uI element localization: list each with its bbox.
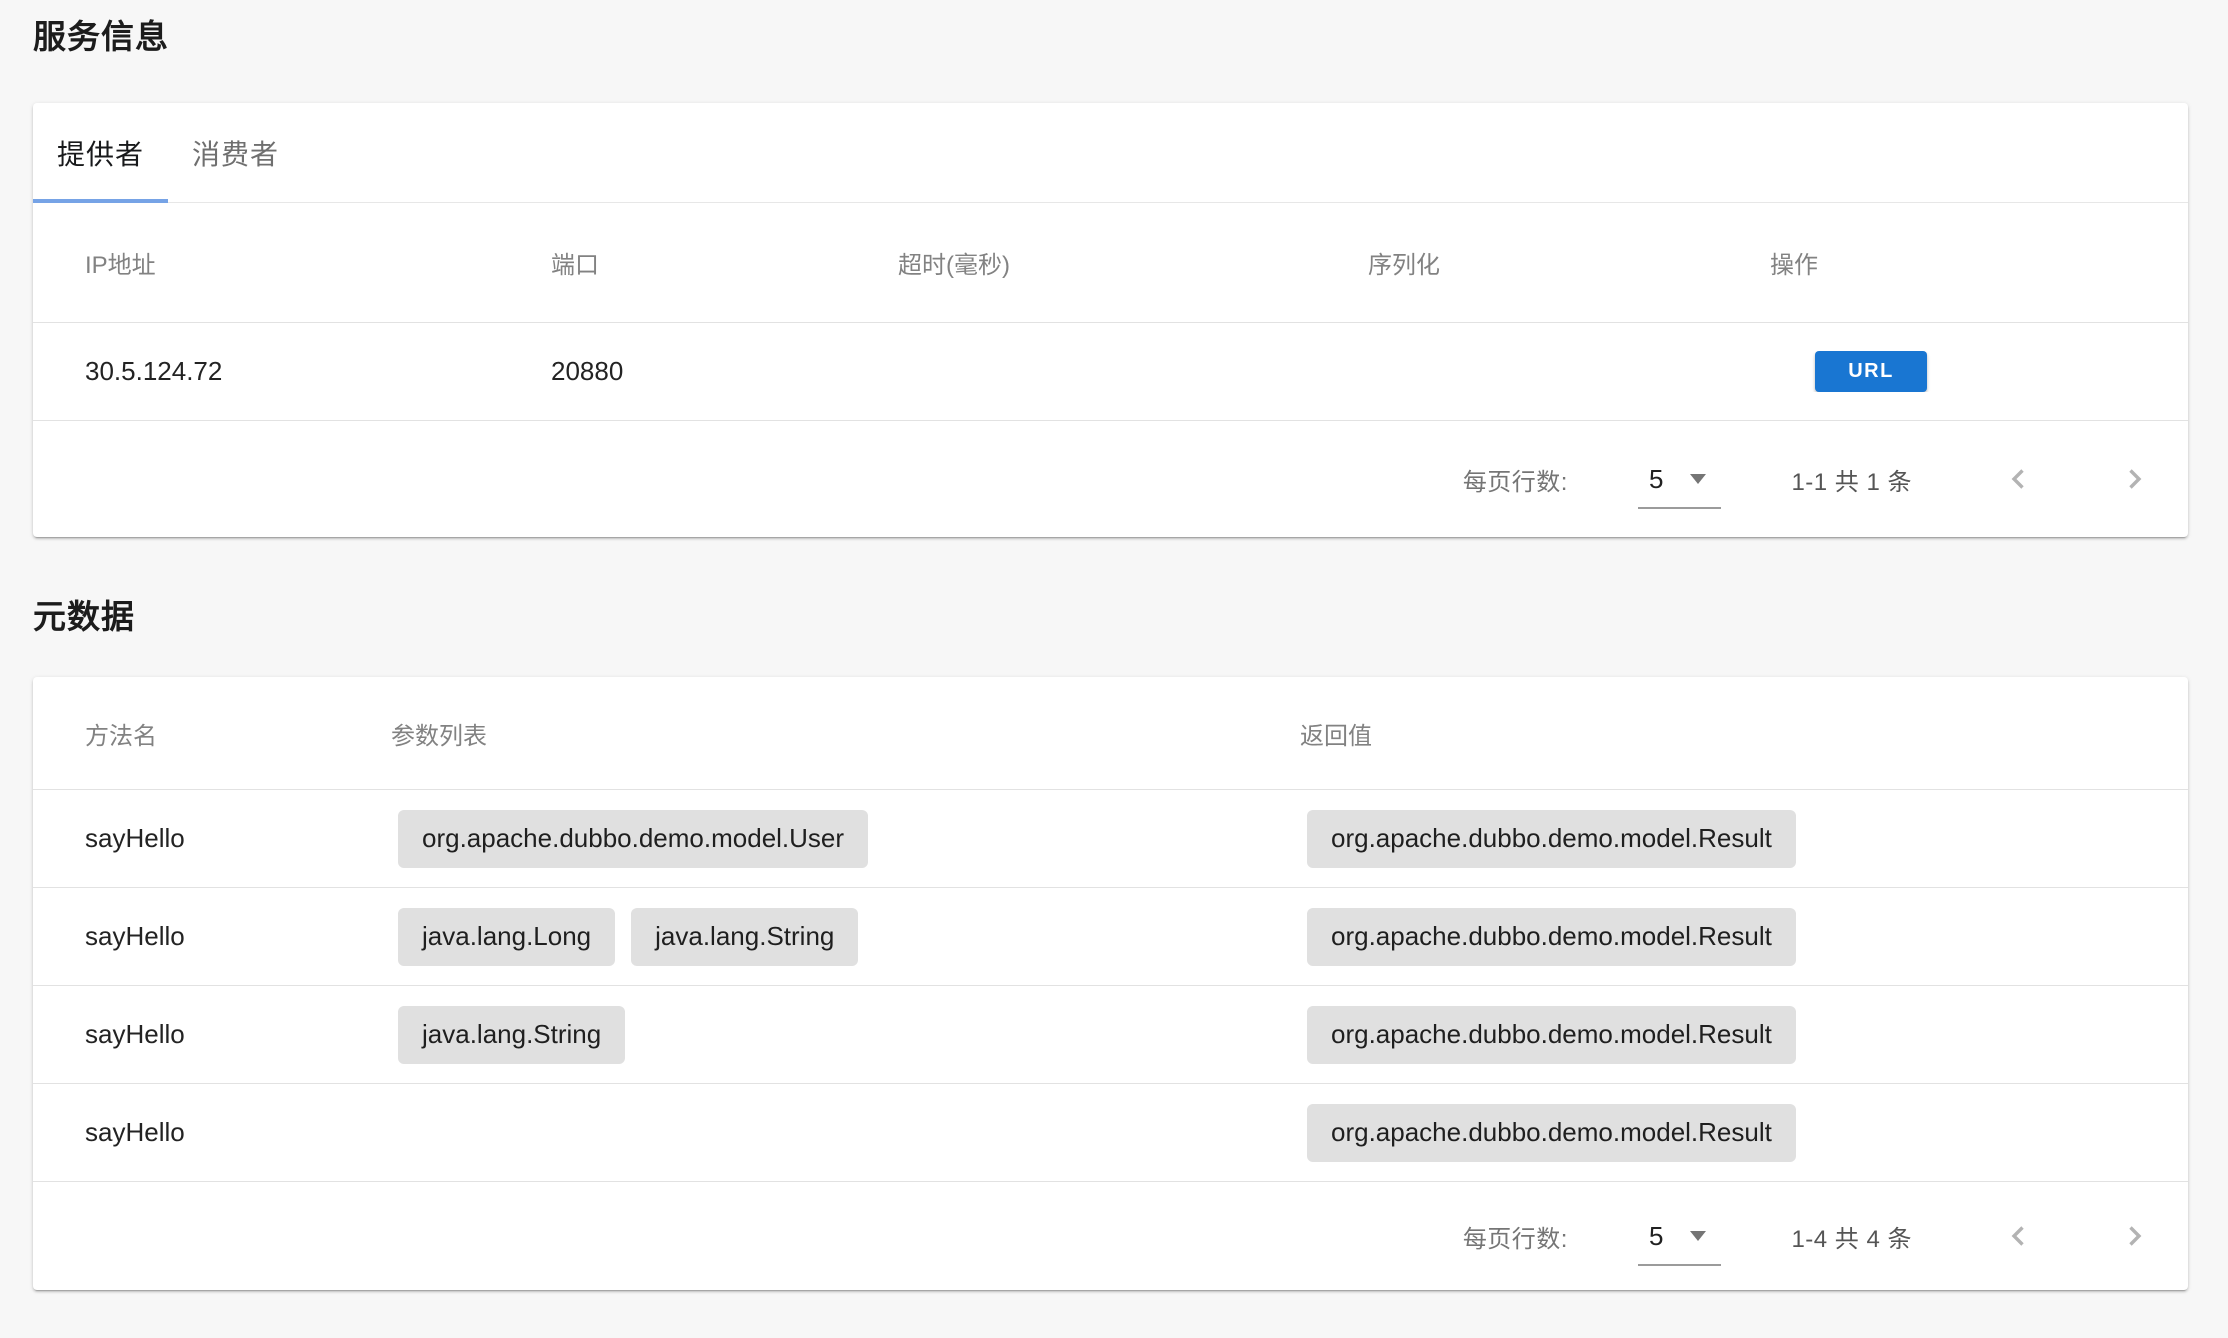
tab-provider[interactable]: 提供者 bbox=[33, 103, 168, 202]
service-tabs: 提供者 消费者 bbox=[33, 103, 2188, 203]
next-page-button[interactable] bbox=[2120, 465, 2148, 493]
ip-cell: 30.5.124.72 bbox=[85, 356, 551, 387]
column-header-timeout: 超时(毫秒) bbox=[898, 245, 1368, 280]
service-detail-page: 服务信息 提供者 消费者 IP地址 端口 超时(毫秒) 序列化 操作 30.5.… bbox=[0, 20, 2228, 1290]
metadata-row: sayHello org.apache.dubbo.demo.model.Use… bbox=[33, 790, 2188, 888]
chevron-right-icon bbox=[2120, 1222, 2148, 1250]
column-header-return: 返回值 bbox=[1300, 716, 2188, 751]
tab-consumer-label: 消费者 bbox=[192, 133, 279, 173]
chevron-right-icon bbox=[2120, 465, 2148, 493]
next-page-button[interactable] bbox=[2120, 1222, 2148, 1250]
method-cell: sayHello bbox=[85, 823, 391, 854]
service-info-card: 提供者 消费者 IP地址 端口 超时(毫秒) 序列化 操作 30.5.124.7… bbox=[33, 103, 2188, 537]
provider-table-row: 30.5.124.72 20880 URL bbox=[33, 323, 2188, 421]
column-header-serialization: 序列化 bbox=[1368, 245, 1770, 280]
tab-consumer[interactable]: 消费者 bbox=[168, 103, 303, 202]
metadata-row: sayHello org.apache.dubbo.demo.model.Res… bbox=[33, 1084, 2188, 1182]
param-chip: java.lang.String bbox=[398, 1006, 625, 1064]
rows-per-page-label: 每页行数: bbox=[1463, 1219, 1568, 1254]
method-cell: sayHello bbox=[85, 1117, 391, 1148]
return-chip: org.apache.dubbo.demo.model.Result bbox=[1307, 908, 1796, 966]
method-cell: sayHello bbox=[85, 1019, 391, 1050]
provider-table-header: IP地址 端口 超时(毫秒) 序列化 操作 bbox=[33, 203, 2188, 323]
chevron-left-icon bbox=[2005, 1222, 2033, 1250]
rows-per-page-value: 5 bbox=[1649, 1221, 1663, 1252]
param-chip: org.apache.dubbo.demo.model.User bbox=[398, 810, 868, 868]
rows-per-page-label: 每页行数: bbox=[1463, 462, 1568, 497]
url-button[interactable]: URL bbox=[1815, 351, 1927, 392]
column-header-port: 端口 bbox=[551, 245, 898, 280]
column-header-operation: 操作 bbox=[1770, 245, 2188, 280]
param-chip: java.lang.String bbox=[631, 908, 858, 966]
pagination-range: 1-1 共 1 条 bbox=[1791, 462, 1912, 497]
metadata-table-header: 方法名 参数列表 返回值 bbox=[33, 677, 2188, 790]
metadata-card: 方法名 参数列表 返回值 sayHello org.apache.dubbo.d… bbox=[33, 677, 2188, 1290]
return-chip: org.apache.dubbo.demo.model.Result bbox=[1307, 810, 1796, 868]
column-header-params: 参数列表 bbox=[391, 716, 1300, 751]
dropdown-arrow-icon bbox=[1690, 1231, 1706, 1241]
chevron-left-icon bbox=[2005, 465, 2033, 493]
metadata-title: 元数据 bbox=[33, 600, 2195, 634]
port-cell: 20880 bbox=[551, 356, 898, 387]
column-header-ip: IP地址 bbox=[85, 245, 551, 280]
pagination-range: 1-4 共 4 条 bbox=[1791, 1219, 1912, 1254]
service-info-title: 服务信息 bbox=[33, 20, 2195, 54]
metadata-row: sayHello java.lang.Long java.lang.String… bbox=[33, 888, 2188, 986]
param-chip: java.lang.Long bbox=[398, 908, 615, 966]
previous-page-button[interactable] bbox=[2005, 1222, 2033, 1250]
rows-per-page-select[interactable]: 5 bbox=[1638, 450, 1721, 509]
provider-table-pagination: 每页行数: 5 1-1 共 1 条 bbox=[33, 421, 2188, 537]
tab-provider-label: 提供者 bbox=[57, 133, 144, 173]
return-chip: org.apache.dubbo.demo.model.Result bbox=[1307, 1104, 1796, 1162]
method-cell: sayHello bbox=[85, 921, 391, 952]
metadata-row: sayHello java.lang.String org.apache.dub… bbox=[33, 986, 2188, 1084]
return-chip: org.apache.dubbo.demo.model.Result bbox=[1307, 1006, 1796, 1064]
metadata-table-pagination: 每页行数: 5 1-4 共 4 条 bbox=[33, 1182, 2188, 1290]
previous-page-button[interactable] bbox=[2005, 465, 2033, 493]
active-tab-indicator bbox=[33, 199, 168, 203]
rows-per-page-value: 5 bbox=[1649, 464, 1663, 495]
column-header-method: 方法名 bbox=[85, 716, 391, 751]
rows-per-page-select[interactable]: 5 bbox=[1638, 1207, 1721, 1266]
dropdown-arrow-icon bbox=[1690, 474, 1706, 484]
